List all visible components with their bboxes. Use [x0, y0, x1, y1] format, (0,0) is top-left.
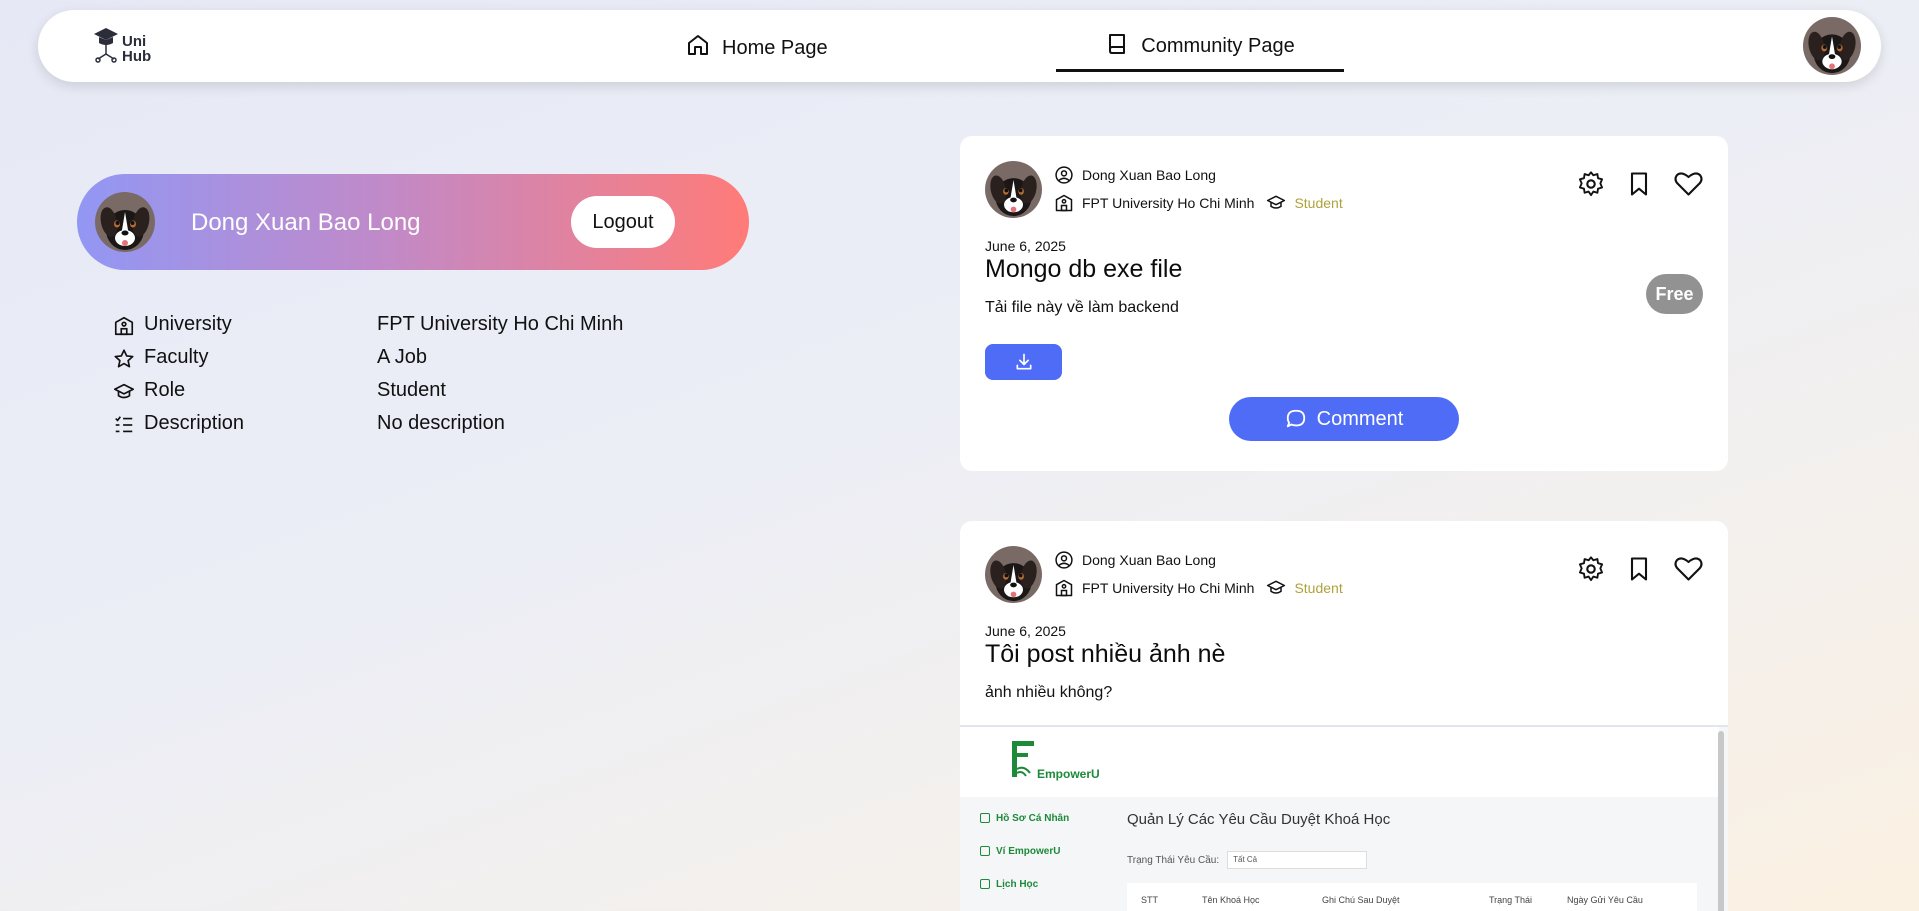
- building-icon: [1055, 194, 1073, 212]
- info-row-university: University FPT University Ho Chi Minh: [113, 313, 713, 346]
- download-icon: [1016, 353, 1031, 370]
- tab-community[interactable]: Community Page: [1056, 10, 1344, 72]
- embed-filter: Trạng Thái Yêu Cầu: Tất Cả: [1127, 851, 1368, 869]
- user-icon: [980, 813, 990, 823]
- comment-button-label: Comment: [1316, 407, 1404, 430]
- info-value: A Job: [377, 346, 428, 368]
- embed-table-header: STT Tên Khoá Học Ghi Chú Sau Duyệt Trạng…: [1127, 883, 1697, 911]
- post-role: Student: [1294, 195, 1343, 211]
- post-description: Tải file này về làm backend: [985, 299, 1179, 316]
- user-avatar[interactable]: [1803, 17, 1861, 75]
- profile-avatar: [95, 192, 155, 252]
- user-circle-icon: [1055, 551, 1073, 569]
- post-description: ảnh nhiều không?: [985, 684, 1113, 701]
- wallet-icon: [980, 846, 990, 856]
- book-icon: [1109, 33, 1126, 54]
- settings-gear-icon[interactable]: [1577, 555, 1605, 583]
- post-actions: [1577, 170, 1704, 198]
- post-title: Mongo db exe file: [985, 255, 1183, 283]
- empoweru-brand: EmpowerU: [1037, 767, 1100, 781]
- calendar-icon: [980, 879, 990, 889]
- list-icon: [115, 416, 133, 433]
- comment-button[interactable]: Comment: [1229, 397, 1459, 441]
- info-value: FPT University Ho Chi Minh: [377, 313, 624, 335]
- info-label: Faculty: [144, 346, 209, 368]
- post-date: June 6, 2025: [985, 238, 1066, 254]
- star-icon: [114, 349, 134, 368]
- post-actions: [1577, 555, 1704, 583]
- post-date: June 6, 2025: [985, 623, 1066, 639]
- post-university: FPT University Ho Chi Minh: [1082, 195, 1255, 211]
- home-icon: [688, 35, 708, 55]
- post-role-tag: Student: [1266, 578, 1343, 598]
- post-role-tag: Student: [1266, 193, 1343, 213]
- bookmark-icon[interactable]: [1625, 555, 1653, 583]
- embed-col: Trạng Thái: [1489, 895, 1533, 905]
- tab-home[interactable]: Home Page: [686, 10, 828, 72]
- chat-bubble-icon: [1286, 409, 1305, 428]
- embed-sidebar: Hồ Sơ Cá Nhân Ví EmpowerU Lịch Học: [980, 813, 1069, 911]
- embed-header: EmpowerU: [960, 727, 1719, 797]
- embed-filter-label: Trạng Thái Yêu Cầu:: [1127, 854, 1220, 866]
- embed-col: Tên Khoá Học: [1202, 895, 1260, 905]
- post-author-line: Dong Xuan Bao Long: [1054, 549, 1216, 571]
- graduation-cap-icon: [1267, 580, 1286, 594]
- info-value: Student: [377, 379, 446, 401]
- profile-info: University FPT University Ho Chi Minh Fa…: [113, 313, 713, 445]
- embed-sidebar-item: Hồ Sơ Cá Nhân: [980, 813, 1069, 846]
- logo-text: Uni Hub: [122, 33, 152, 65]
- post-card: Dong Xuan Bao Long FPT University Ho Chi…: [960, 136, 1728, 471]
- settings-gear-icon[interactable]: [1577, 170, 1605, 198]
- graduation-cap-logo-icon: [94, 28, 118, 63]
- post-title: Tôi post nhiều ảnh nè: [985, 640, 1226, 668]
- post-author-name[interactable]: Dong Xuan Bao Long: [1082, 552, 1216, 568]
- embed-sidebar-item: Lịch Học: [980, 879, 1069, 911]
- embed-col: STT: [1141, 895, 1158, 905]
- download-button[interactable]: [985, 344, 1062, 380]
- embed-filter-select: Tất Cả: [1227, 851, 1368, 869]
- heart-icon[interactable]: [1673, 170, 1704, 198]
- post-author-name[interactable]: Dong Xuan Bao Long: [1082, 167, 1216, 183]
- info-label: University: [144, 313, 232, 335]
- info-label: Role: [144, 379, 186, 401]
- post-university-line: FPT University Ho Chi Minh Student: [1054, 192, 1343, 214]
- tab-home-label: Home Page: [722, 36, 828, 59]
- post-university-line: FPT University Ho Chi Minh Student: [1054, 577, 1343, 599]
- post-card: Dong Xuan Bao Long FPT University Ho Chi…: [960, 521, 1728, 911]
- bookmark-icon[interactable]: [1625, 170, 1653, 198]
- graduation-cap-icon: [1267, 195, 1286, 209]
- heart-icon[interactable]: [1673, 555, 1704, 583]
- info-row-description: Description No description: [113, 412, 713, 445]
- empoweru-mark-icon: [1012, 741, 1034, 777]
- logout-button[interactable]: Logout: [571, 196, 675, 248]
- post-image[interactable]: EmpowerU Hồ Sơ Cá Nhân Ví EmpowerU Lịch …: [960, 725, 1728, 911]
- info-row-faculty: Faculty A Job: [113, 346, 713, 379]
- post-university: FPT University Ho Chi Minh: [1082, 580, 1255, 596]
- embed-scrollbar[interactable]: [1718, 731, 1724, 911]
- post-author-line: Dong Xuan Bao Long: [1054, 164, 1216, 186]
- embed-title: Quản Lý Các Yêu Cầu Duyệt Khoá Học: [1127, 811, 1391, 828]
- building-icon: [114, 316, 134, 336]
- building-icon: [1055, 579, 1073, 597]
- graduation-cap-icon: [114, 383, 134, 399]
- top-navbar: Uni Hub Home Page Community Page: [38, 10, 1881, 82]
- embed-sidebar-item: Ví EmpowerU: [980, 846, 1069, 879]
- profile-banner: Dong Xuan Bao Long Logout: [77, 174, 749, 270]
- unihub-logo[interactable]: Uni Hub: [92, 26, 162, 66]
- embed-col: Ghi Chú Sau Duyệt: [1322, 895, 1400, 905]
- info-value: No description: [377, 412, 505, 434]
- user-circle-icon: [1055, 166, 1073, 184]
- embed-col: Ngày Gửi Yêu Cầu: [1567, 895, 1643, 905]
- price-badge: Free: [1646, 274, 1703, 314]
- post-author-avatar[interactable]: [985, 546, 1042, 603]
- info-row-role: Role Student: [113, 379, 713, 412]
- info-label: Description: [144, 412, 245, 434]
- profile-name: Dong Xuan Bao Long: [191, 209, 421, 236]
- tab-community-label: Community Page: [1141, 35, 1295, 57]
- post-author-avatar[interactable]: [985, 161, 1042, 218]
- post-role: Student: [1294, 580, 1343, 596]
- empoweru-logo: EmpowerU: [1010, 739, 1110, 783]
